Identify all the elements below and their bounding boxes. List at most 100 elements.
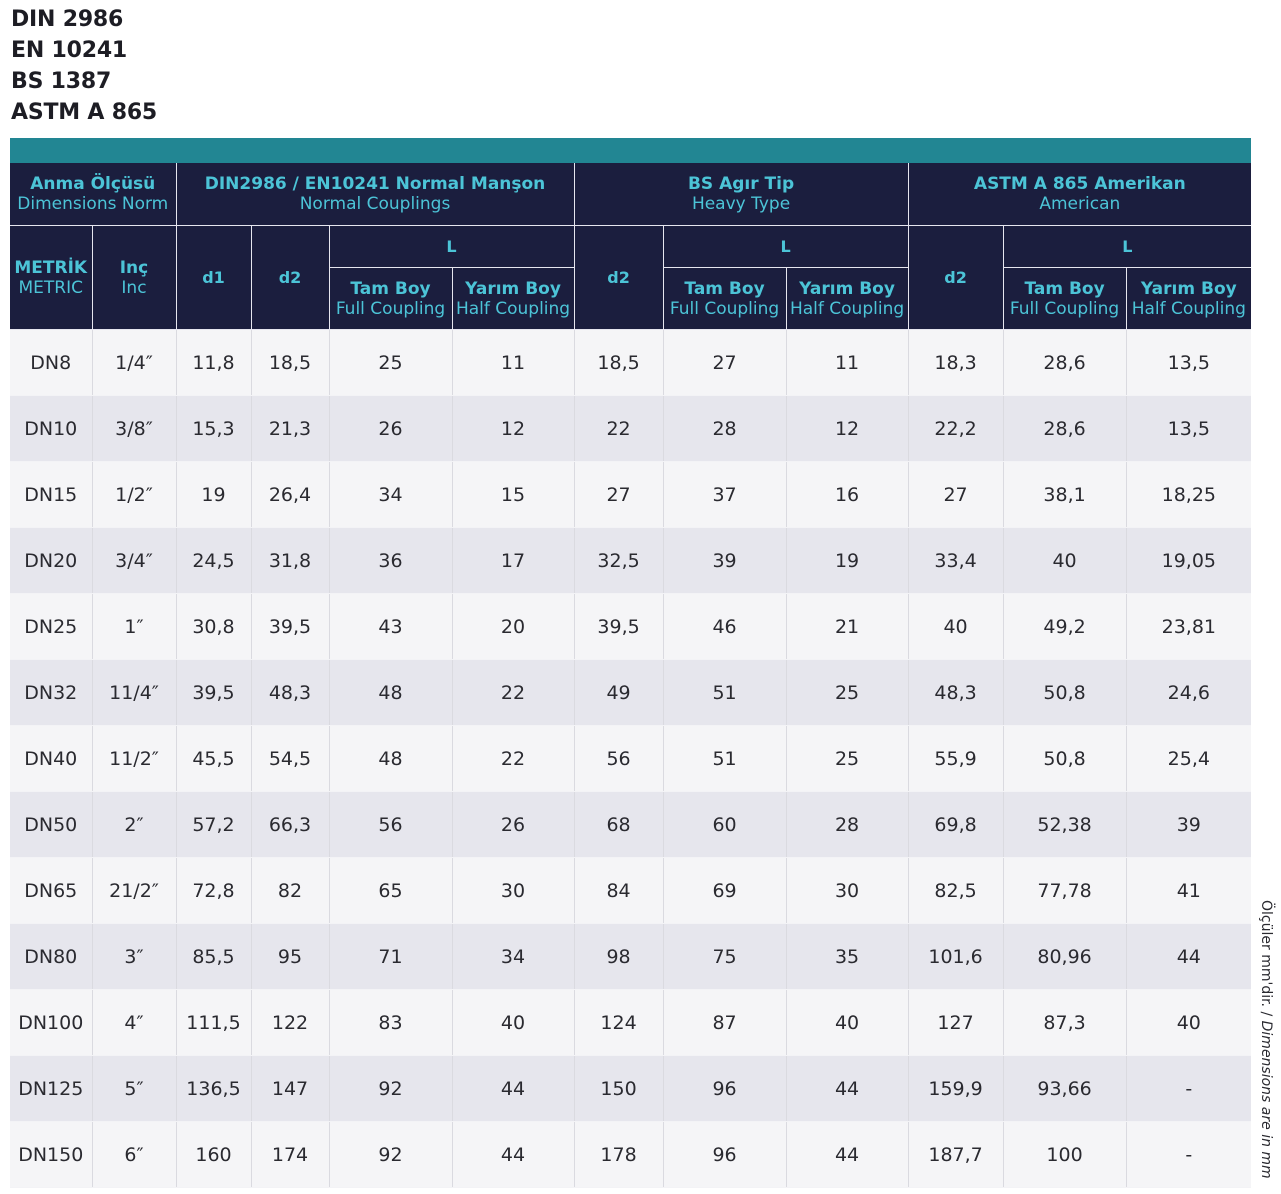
header-din-d2: d2 [251, 225, 330, 330]
table-cell: 71 [329, 923, 453, 990]
header-astm-subtitle: American [1039, 194, 1121, 214]
table-cell: 45,5 [176, 725, 252, 792]
table-cell: 27 [663, 329, 787, 396]
table-cell: 25 [786, 659, 909, 726]
table-cell: 26 [329, 395, 453, 462]
table-row: DN8 1/4″ 11,8 18,5 25 11 18,5 27 11 18,3 28,6 13,5 [10, 329, 1252, 396]
table-cell: 39 [1126, 791, 1252, 858]
table-cell: 160 [176, 1121, 252, 1188]
table-cell: 30,8 [176, 593, 252, 660]
table-cell: 83 [329, 989, 453, 1056]
header-bs-yarim-title: Yarım Boy [799, 278, 895, 299]
header-din-tam-subtitle: Full Coupling [335, 298, 446, 319]
table-cell: 28 [663, 395, 787, 462]
table-cell: 21,3 [251, 395, 330, 462]
table-cell: 40 [1003, 527, 1127, 594]
header-din-d1: d1 [176, 225, 252, 330]
table-cell: 28 [786, 791, 909, 858]
standard-en: EN 10241 [11, 38, 128, 63]
header-din-subtitle: Normal Couplings [299, 194, 451, 214]
table-row: DN40 11/2″ 45,5 54,5 48 22 56 51 25 55,9 50,8 25,4 [10, 725, 1252, 792]
header-anma: Anma Ölçüsü Dimensions Norm [10, 163, 177, 226]
header-astm-tam: Tam Boy Full Coupling [1003, 267, 1127, 330]
table-row: DN15 1/2″ 19 26,4 34 15 27 37 16 27 38,1 18,25 [10, 461, 1252, 528]
table-cell: 25,4 [1126, 725, 1252, 792]
header-bs-yarim-subtitle: Half Coupling [789, 298, 905, 319]
table-cell: 96 [663, 1121, 787, 1188]
table-cell: 100 [1003, 1121, 1127, 1188]
table-row: DN80 3″ 85,5 95 71 34 98 75 35 101,6 80,96 44 [10, 923, 1252, 990]
table-cell: 18,25 [1126, 461, 1252, 528]
header-bs-d2: d2 [574, 225, 664, 330]
header-anma-title: Anma Ölçüsü [30, 174, 156, 194]
table-cell: 40 [908, 593, 1004, 660]
table-cell: 68 [574, 791, 664, 858]
table-cell: 40 [1126, 989, 1252, 1056]
table-cell: 37 [663, 461, 787, 528]
table-cell: 13,5 [1126, 395, 1252, 462]
table-cell: 39 [663, 527, 787, 594]
table-cell: 69 [663, 857, 787, 924]
table-cell: 4″ [92, 989, 177, 1056]
accent-bar [10, 138, 1251, 163]
table-cell: DN40 [10, 725, 93, 792]
table-cell: 80,96 [1003, 923, 1127, 990]
table-cell: 31,8 [251, 527, 330, 594]
units-note-tr: Ölçüler mm'dir. / [1258, 900, 1274, 1017]
table-cell: 22 [574, 395, 664, 462]
table-row: DN32 11/4″ 39,5 48,3 48 22 49 51 25 48,3 50,8 24,6 [10, 659, 1252, 726]
table-cell: 187,7 [908, 1121, 1004, 1188]
table-cell: 19,05 [1126, 527, 1252, 594]
header-astm-yarim: Yarım Boy Half Coupling [1126, 267, 1252, 330]
table-cell: 56 [329, 791, 453, 858]
table-cell: DN20 [10, 527, 93, 594]
table-cell: 22 [452, 725, 575, 792]
table-row: DN100 4″ 111,5 122 83 40 124 87 40 127 87,3 40 [10, 989, 1252, 1056]
table-cell: 60 [663, 791, 787, 858]
table-cell: 49,2 [1003, 593, 1127, 660]
table-cell: 21 [786, 593, 909, 660]
header-astm-yarim-title: Yarım Boy [1140, 278, 1237, 299]
header-inc: Inç Inc [92, 225, 177, 330]
table-cell: 11/4″ [92, 659, 177, 726]
table-cell: DN80 [10, 923, 93, 990]
header-astm-l-label: L [1122, 236, 1133, 256]
table-cell: 66,3 [251, 791, 330, 858]
table-cell: 11/2″ [92, 725, 177, 792]
header-bs-l: L [663, 225, 909, 268]
header-anma-subtitle: Dimensions Norm [17, 194, 169, 214]
table-cell: 39,5 [574, 593, 664, 660]
table-cell: 124 [574, 989, 664, 1056]
table-cell: 92 [329, 1055, 453, 1122]
standard-din: DIN 2986 [11, 7, 124, 32]
table-cell: 44 [452, 1055, 575, 1122]
header-din-l-label: L [446, 236, 457, 256]
table-cell: 101,6 [908, 923, 1004, 990]
header-astm: ASTM A 865 Amerikan American [908, 163, 1252, 226]
table-cell: 150 [574, 1055, 664, 1122]
table-cell: 12 [786, 395, 909, 462]
table-cell: 18,5 [251, 329, 330, 396]
table-cell: 1/2″ [92, 461, 177, 528]
table-cell: 178 [574, 1121, 664, 1188]
table-cell: DN150 [10, 1121, 93, 1188]
table-cell: 82 [251, 857, 330, 924]
table-cell: 39,5 [176, 659, 252, 726]
table-cell: 50,8 [1003, 659, 1127, 726]
table-cell: 57,2 [176, 791, 252, 858]
table-cell: DN15 [10, 461, 93, 528]
table-cell: 51 [663, 725, 787, 792]
standard-bs: BS 1387 [11, 69, 112, 94]
table-cell: 174 [251, 1121, 330, 1188]
table-cell: 11 [452, 329, 575, 396]
table-cell: 48 [329, 725, 453, 792]
table-cell: 44 [1126, 923, 1252, 990]
table-cell: 2″ [92, 791, 177, 858]
units-note-en: Dimensions are in mm [1258, 1020, 1274, 1179]
table-cell: - [1126, 1055, 1252, 1122]
table-cell: 1/4″ [92, 329, 177, 396]
table-cell: 19 [176, 461, 252, 528]
table-cell: 3/8″ [92, 395, 177, 462]
table-cell: 69,8 [908, 791, 1004, 858]
table-cell: DN25 [10, 593, 93, 660]
